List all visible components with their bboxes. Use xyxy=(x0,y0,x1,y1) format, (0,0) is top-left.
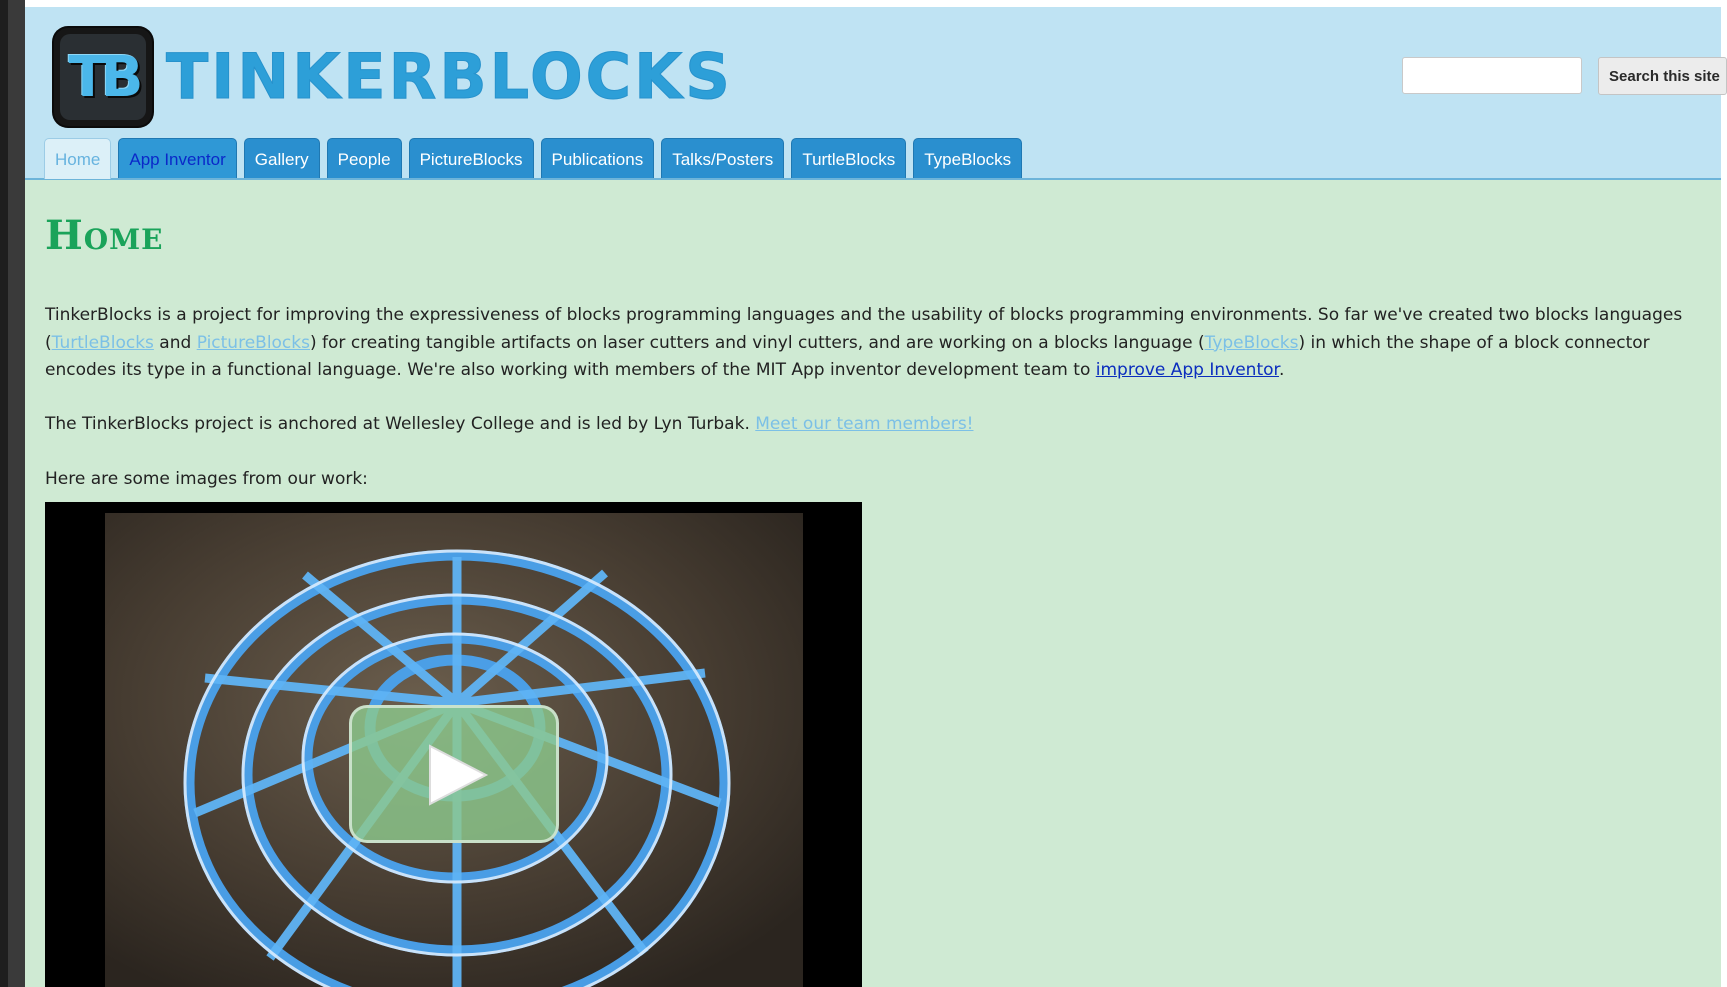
tab-talks-posters[interactable]: Talks/Posters xyxy=(661,138,785,178)
intro-paragraph: TinkerBlocks is a project for improving … xyxy=(45,302,1717,385)
intro-text-2: and xyxy=(153,332,197,353)
intro-text-5: . xyxy=(1278,360,1285,380)
intro-text-3: ) for creating tangible artifacts on las… xyxy=(310,332,1205,353)
logo-tb-icon: TB xyxy=(68,44,144,110)
logo-tile: TB xyxy=(60,34,146,120)
project-text: The TinkerBlocks project is anchored at … xyxy=(45,414,756,434)
improve-app-inventor-link[interactable]: improve App Inventor xyxy=(1096,360,1279,380)
page-title: Home xyxy=(45,212,164,259)
tab-people[interactable]: People xyxy=(326,138,402,178)
tab-home[interactable]: Home xyxy=(44,138,112,179)
play-button[interactable] xyxy=(349,705,559,843)
tab-gallery[interactable]: Gallery xyxy=(243,138,320,178)
tab-app-inventor[interactable]: App Inventor xyxy=(118,138,237,178)
pictureblocks-link[interactable]: PictureBlocks xyxy=(197,333,310,353)
tab-turtleblocks[interactable]: TurtleBlocks xyxy=(791,138,907,178)
turtleblocks-link[interactable]: TurtleBlocks xyxy=(52,333,154,353)
window-top-edge xyxy=(0,0,1727,7)
window-left-shadow xyxy=(8,0,25,987)
images-intro: Here are some images from our work: xyxy=(45,469,368,489)
window-left-frame xyxy=(0,0,8,987)
tab-publications[interactable]: Publications xyxy=(540,138,655,178)
site-title[interactable]: TINKERBLOCKS xyxy=(166,41,733,112)
tab-pictureblocks[interactable]: PictureBlocks xyxy=(408,138,534,178)
main-nav: Home App Inventor Gallery People Picture… xyxy=(44,138,1023,179)
project-paragraph: The TinkerBlocks project is anchored at … xyxy=(45,411,1717,439)
search-input[interactable] xyxy=(1402,57,1582,94)
typeblocks-link[interactable]: TypeBlocks xyxy=(1205,333,1299,353)
play-icon xyxy=(429,744,489,806)
site-logo[interactable]: TB xyxy=(54,28,152,126)
team-members-link[interactable]: Meet our team members! xyxy=(755,414,973,434)
tab-typeblocks[interactable]: TypeBlocks xyxy=(913,138,1023,178)
search-button[interactable]: Search this site xyxy=(1598,57,1727,95)
